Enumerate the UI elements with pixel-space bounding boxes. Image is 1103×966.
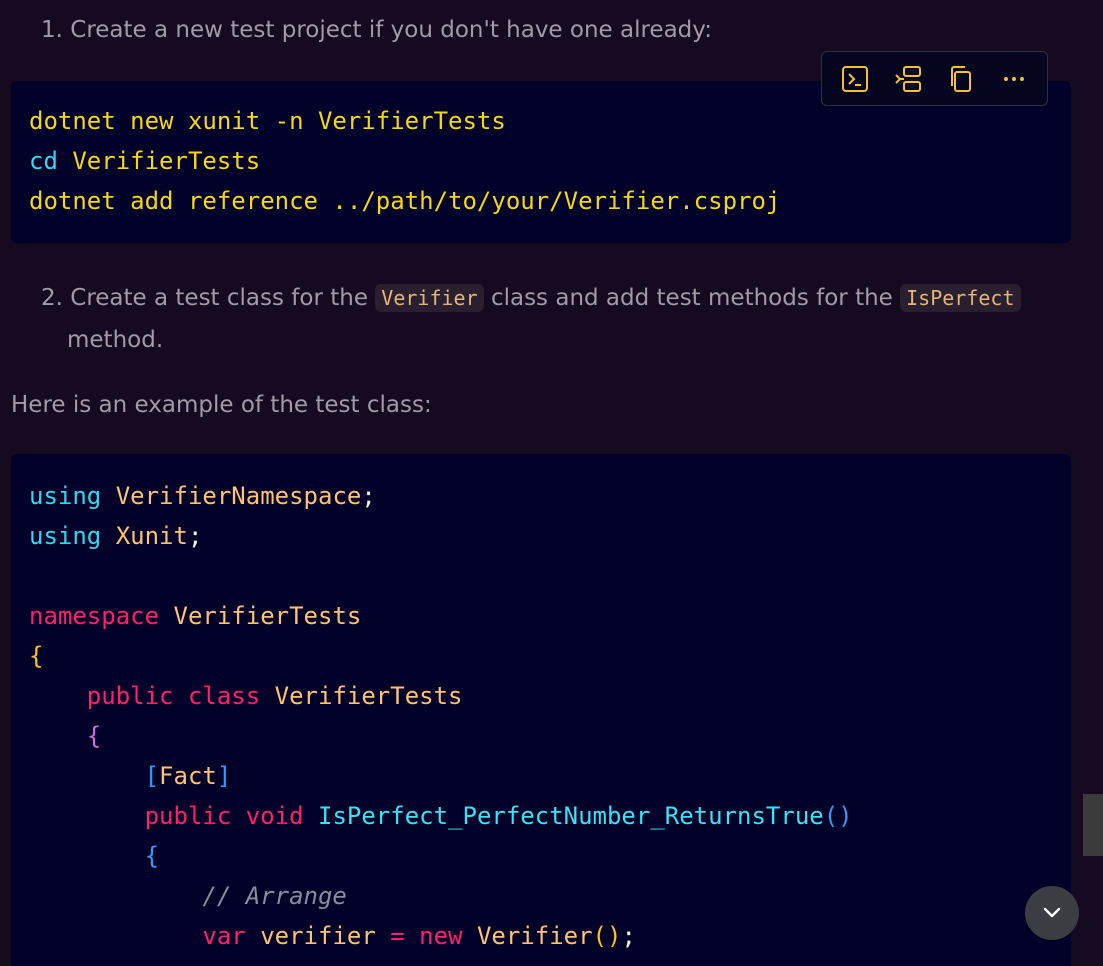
- code-token: dotnet add reference ../path/to/your/Ver…: [29, 187, 781, 215]
- code-token: using: [29, 482, 102, 510]
- code-token: verifier: [245, 922, 376, 950]
- code-line: {: [29, 836, 1071, 876]
- scroll-to-bottom-button[interactable]: [1025, 886, 1079, 940]
- code-token: ;: [187, 522, 203, 550]
- code-token: public: [29, 802, 232, 830]
- code-line: // Arrange: [29, 876, 1071, 916]
- code-token: using: [29, 522, 102, 550]
- insert-icon: [895, 65, 921, 92]
- code-line: var verifier = new Verifier();: [29, 916, 1071, 956]
- code-token: ;: [621, 922, 636, 950]
- code-token: VerifierNamespace: [101, 482, 362, 510]
- copy-button[interactable]: [941, 59, 981, 99]
- terminal-icon: [841, 65, 868, 92]
- code-token: dotnet new xunit -n VerifierTests: [29, 107, 506, 135]
- code-token: var: [29, 922, 246, 950]
- step-text: Create a new test project if you don't h…: [70, 17, 712, 43]
- code-line: using Xunit;: [29, 516, 1071, 556]
- code-line: [Fact]: [29, 756, 1071, 796]
- step-text-after: method.: [67, 327, 164, 353]
- code-line: using VerifierNamespace;: [29, 476, 1071, 516]
- code-line: dotnet add reference ../path/to/your/Ver…: [29, 181, 1071, 221]
- copy-icon: [951, 65, 972, 92]
- code-token: public: [29, 682, 174, 710]
- code-token: VerifierTests: [159, 602, 362, 630]
- code-token: class: [173, 682, 261, 710]
- code-line: public class VerifierTests: [29, 676, 1071, 716]
- step-number: 2.: [41, 285, 63, 311]
- code-token: VerifierTests: [260, 682, 463, 710]
- code-line: {: [29, 636, 1071, 676]
- code-token: Fact: [159, 762, 217, 790]
- code-block-toolbar: [821, 51, 1048, 106]
- more-actions-button[interactable]: [994, 59, 1034, 99]
- code-token: // Arrange: [29, 882, 347, 910]
- chat-response-view: 1. Create a new test project if you don'…: [0, 0, 1103, 966]
- code-token: void: [231, 802, 304, 830]
- paragraph-example-intro: Here is an example of the test class:: [11, 392, 432, 418]
- inline-code-isperfect: IsPerfect: [900, 284, 1021, 312]
- code-token: cd: [29, 147, 58, 175]
- code-token: Verifier: [462, 922, 593, 950]
- list-item-step-2: 2. Create a test class for the Verifier …: [41, 277, 1041, 361]
- code-token: {: [29, 842, 160, 870]
- code-token: ;: [361, 482, 376, 510]
- step-text-middle: class and add test methods for the: [490, 285, 893, 311]
- insert-button[interactable]: [888, 59, 928, 99]
- code-token: new: [404, 922, 463, 950]
- code-token: {: [29, 722, 102, 750]
- code-token: VerifierTests: [57, 147, 261, 175]
- scrollbar-thumb[interactable]: [1083, 794, 1103, 856]
- code-token: Xunit: [101, 522, 188, 550]
- code-token: {: [29, 642, 44, 670]
- run-in-terminal-button[interactable]: [835, 59, 875, 99]
- chevron-down-icon: [1043, 907, 1061, 918]
- code-line: namespace VerifierTests: [29, 596, 1071, 636]
- code-line: public void IsPerfect_PerfectNumber_Retu…: [29, 796, 1071, 836]
- list-item-step-1: 1. Create a new test project if you don'…: [41, 9, 712, 51]
- code-block-test-class: using VerifierNamespace; using Xunit; nam…: [11, 454, 1071, 966]
- code-token: IsPerfect_PerfectNumber_ReturnsTrue: [303, 802, 824, 830]
- code-token: =: [375, 922, 405, 950]
- inline-code-verifier: Verifier: [375, 284, 484, 312]
- code-token: (): [823, 802, 853, 830]
- code-token: ]: [216, 762, 232, 790]
- code-line: cd VerifierTests: [29, 141, 1071, 181]
- code-token: (): [592, 922, 622, 950]
- step-text-before: Create a test class for the: [70, 285, 368, 311]
- code-token: [: [29, 762, 160, 790]
- more-icon: [1004, 76, 1025, 81]
- code-line: dotnet new xunit -n VerifierTests: [29, 101, 1071, 141]
- code-line: {: [29, 716, 1071, 756]
- code-token: namespace: [29, 602, 160, 630]
- step-number: 1.: [41, 17, 63, 43]
